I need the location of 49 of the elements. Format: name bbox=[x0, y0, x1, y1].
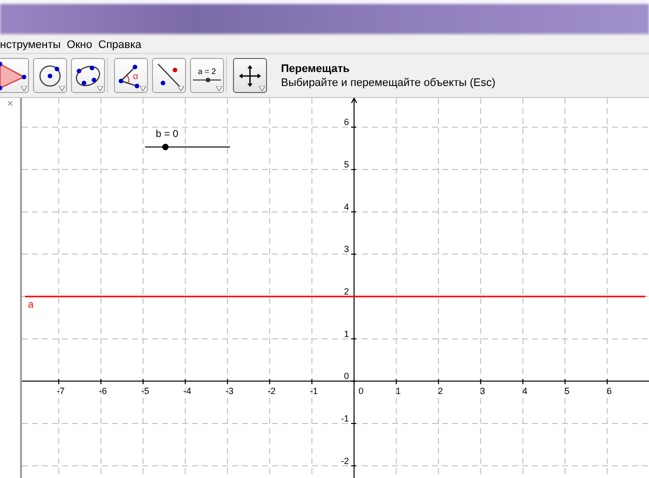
tick-label: 4 bbox=[522, 386, 528, 396]
dropdown-triangle-icon bbox=[97, 86, 103, 91]
tick-label: 5 bbox=[344, 160, 350, 170]
tick-label: 1 bbox=[344, 328, 350, 339]
dropdown-triangle-icon bbox=[259, 86, 265, 91]
dropdown-triangle-icon bbox=[59, 86, 65, 91]
slider-tool-label: a = 2 bbox=[198, 66, 216, 76]
tick-label: 3 bbox=[480, 386, 486, 396]
slider-thumb[interactable] bbox=[162, 144, 169, 150]
tool-button[interactable] bbox=[233, 58, 267, 93]
line-label: a bbox=[28, 300, 34, 310]
tick-label: -2 bbox=[341, 456, 350, 466]
dropdown-triangle-icon bbox=[21, 86, 27, 91]
close-button[interactable]: × bbox=[7, 98, 14, 110]
tick-label: 6 bbox=[344, 117, 350, 128]
alpha-symbol: α bbox=[133, 70, 138, 80]
tick-label: 0 bbox=[344, 371, 350, 382]
tick-label: 2 bbox=[438, 386, 443, 396]
dropdown-triangle-icon bbox=[216, 86, 222, 91]
menu-item[interactable]: Окно bbox=[66, 38, 96, 52]
tick-label: -6 bbox=[98, 386, 107, 396]
menu-item[interactable]: Справка bbox=[98, 38, 146, 52]
tick-label: 6 bbox=[606, 386, 612, 396]
tick-label: 5 bbox=[564, 386, 570, 396]
tick-label: 2 bbox=[344, 286, 350, 296]
tool-button[interactable] bbox=[152, 58, 186, 93]
menu-item[interactable]: нструменты bbox=[0, 38, 65, 52]
tick-label: -7 bbox=[56, 386, 65, 396]
tick-label: -2 bbox=[268, 386, 276, 396]
dropdown-triangle-icon bbox=[140, 86, 146, 91]
tick-label: 1 bbox=[396, 386, 401, 396]
tool-button[interactable] bbox=[33, 58, 67, 93]
tool-button[interactable] bbox=[71, 58, 105, 93]
tick-label: -3 bbox=[225, 386, 234, 396]
slider-label: b = 0 bbox=[156, 129, 178, 140]
polygon-icon bbox=[0, 60, 28, 92]
tool-button[interactable]: α bbox=[114, 58, 148, 93]
tick-label: -1 bbox=[310, 386, 318, 396]
tool-help: Выбирайте и перемещайте объекты (Esc) bbox=[281, 76, 496, 90]
tick-label: 3 bbox=[344, 244, 350, 254]
tool-name: Перемещать bbox=[281, 62, 351, 76]
tool-button[interactable] bbox=[0, 58, 29, 93]
tick-label: -1 bbox=[341, 413, 350, 424]
tick-label: 4 bbox=[344, 202, 350, 212]
tick-label: -5 bbox=[141, 386, 150, 396]
tick-label: -4 bbox=[183, 386, 192, 396]
tick-label: 0 bbox=[358, 386, 364, 396]
dropdown-triangle-icon bbox=[178, 86, 184, 91]
tool-button[interactable]: a = 2 bbox=[190, 58, 224, 93]
